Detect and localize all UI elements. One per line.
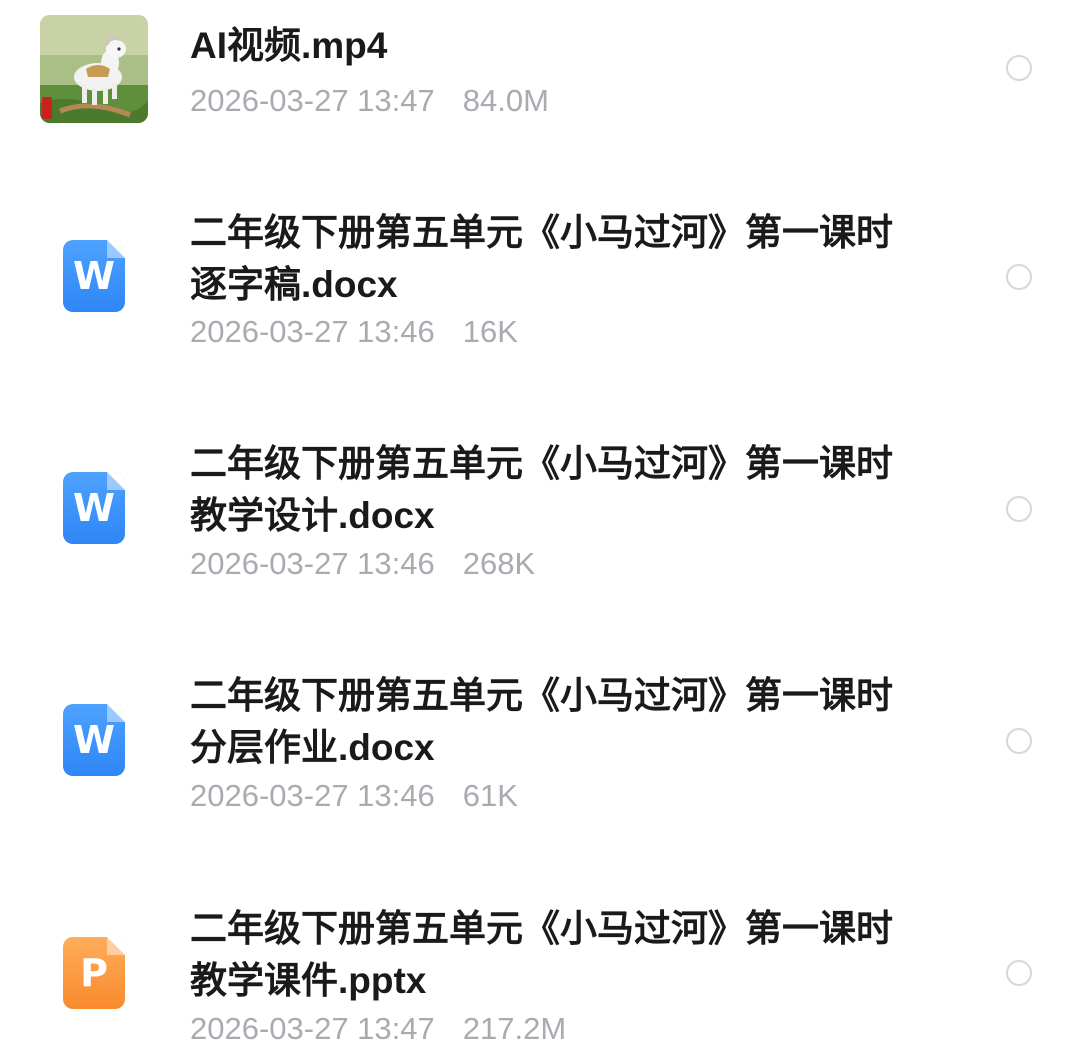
file-size: 268K — [462, 546, 536, 581]
file-name-line2: 教学设计.docx — [190, 495, 435, 536]
select-radio[interactable] — [1006, 960, 1032, 986]
file-meta: 2026-03-27 13:47 84.0M — [190, 81, 549, 121]
file-name: 二年级下册第五单元《小马过河》第一课时 逐字稿.docx — [190, 207, 970, 311]
file-size: 16K — [462, 314, 518, 349]
select-radio[interactable] — [1006, 55, 1032, 81]
word-file-icon: W — [63, 240, 125, 312]
file-row-video[interactable]: AI视频.mp4 2026-03-27 13:47 84.0M — [0, 0, 1080, 150]
select-radio[interactable] — [1006, 496, 1032, 522]
file-date: 2026-03-27 13:47 — [190, 1011, 435, 1046]
file-name: 二年级下册第五单元《小马过河》第一课时 教学设计.docx — [190, 438, 970, 542]
file-meta: 2026-03-27 13:46 61K — [190, 776, 518, 816]
file-name-line2: 教学课件.pptx — [190, 960, 427, 1001]
file-size: 61K — [462, 778, 518, 813]
file-size: 217.2M — [462, 1011, 567, 1046]
file-row-word[interactable]: W 二年级下册第五单元《小马过河》第一课时 逐字稿.docx 2026-03-2… — [0, 195, 1080, 375]
ppt-file-icon: P — [63, 937, 125, 1009]
file-name: AI视频.mp4 — [190, 20, 970, 72]
file-name-line1: 二年级下册第五单元《小马过河》第一课时 — [190, 443, 893, 484]
file-row-word[interactable]: W 二年级下册第五单元《小马过河》第一课时 教学设计.docx 2026-03-… — [0, 428, 1080, 608]
file-name-line2: 分层作业.docx — [190, 727, 435, 768]
pony-illustration — [40, 15, 148, 123]
select-radio[interactable] — [1006, 264, 1032, 290]
file-date: 2026-03-27 13:46 — [190, 314, 435, 349]
file-row-ppt[interactable]: P 二年级下册第五单元《小马过河》第一课时 教学课件.pptx 2026-03-… — [0, 893, 1080, 1059]
file-name-line1: AI视频.mp4 — [190, 25, 388, 66]
file-name-line1: 二年级下册第五单元《小马过河》第一课时 — [190, 212, 893, 253]
file-meta: 2026-03-27 13:47 217.2M — [190, 1009, 566, 1049]
file-date: 2026-03-27 13:46 — [190, 778, 435, 813]
file-name: 二年级下册第五单元《小马过河》第一课时 教学课件.pptx — [190, 903, 970, 1007]
file-size: 84.0M — [462, 83, 549, 118]
select-radio[interactable] — [1006, 728, 1032, 754]
file-name-line1: 二年级下册第五单元《小马过河》第一课时 — [190, 908, 893, 949]
video-thumbnail — [40, 15, 148, 123]
file-name-line2: 逐字稿.docx — [190, 264, 398, 305]
file-meta: 2026-03-27 13:46 268K — [190, 544, 535, 584]
file-date: 2026-03-27 13:47 — [190, 83, 435, 118]
file-row-word[interactable]: W 二年级下册第五单元《小马过河》第一课时 分层作业.docx 2026-03-… — [0, 660, 1080, 840]
word-file-icon: W — [63, 472, 125, 544]
file-name: 二年级下册第五单元《小马过河》第一课时 分层作业.docx — [190, 670, 970, 774]
file-meta: 2026-03-27 13:46 16K — [190, 312, 518, 352]
word-file-icon: W — [63, 704, 125, 776]
file-name-line1: 二年级下册第五单元《小马过河》第一课时 — [190, 675, 893, 716]
file-date: 2026-03-27 13:46 — [190, 546, 435, 581]
